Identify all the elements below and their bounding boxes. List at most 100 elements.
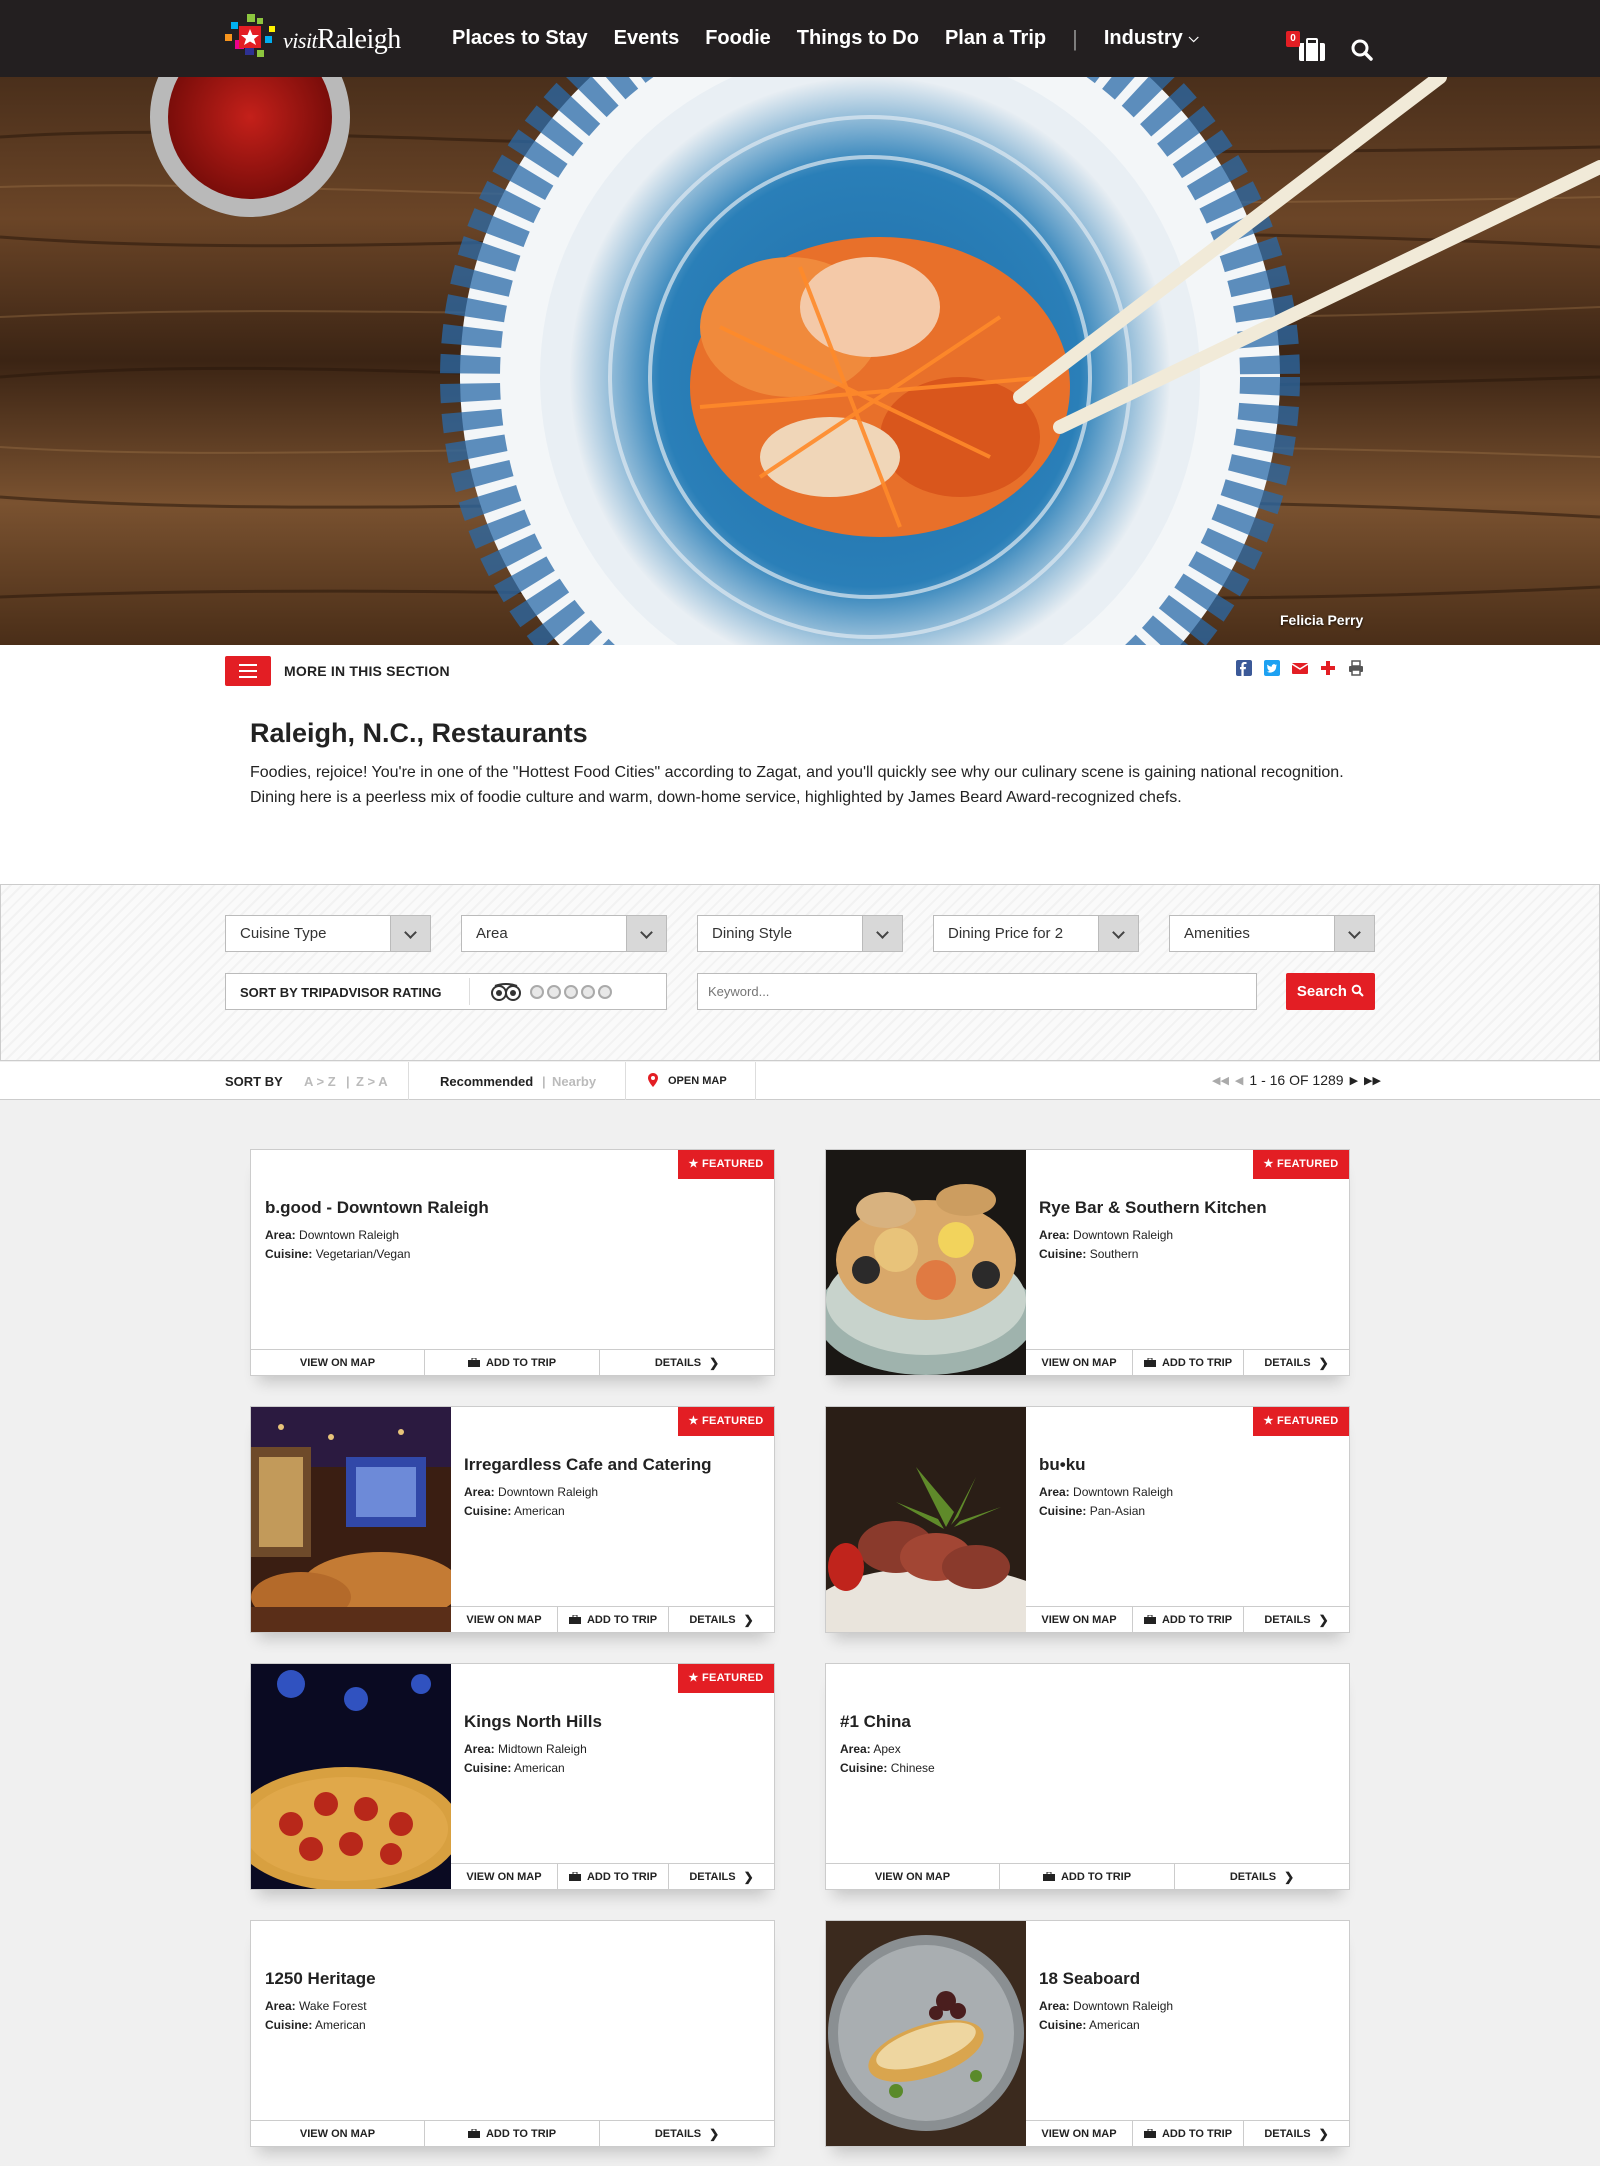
listing-name[interactable]: 18 Seaboard bbox=[1039, 1969, 1173, 1989]
details-button[interactable]: DETAILS ❯ bbox=[1244, 2121, 1349, 2146]
view-on-map-button[interactable]: VIEW ON MAP bbox=[826, 1864, 1000, 1889]
add-to-trip-button[interactable]: ADD TO TRIP bbox=[425, 2121, 600, 2146]
listing-cuisine: Cuisine: American bbox=[464, 1504, 565, 1518]
nav-industry[interactable]: Industry ⌵ bbox=[1104, 27, 1199, 50]
search-button-label: Search bbox=[1296, 983, 1347, 1000]
search-button[interactable]: Search bbox=[1286, 973, 1375, 1010]
rating-bubble[interactable] bbox=[547, 985, 561, 999]
view-on-map-button[interactable]: VIEW ON MAP bbox=[251, 2121, 425, 2146]
listing-card[interactable]: ★ FEATURED b.good - Downtown Raleigh Are… bbox=[250, 1149, 775, 1376]
next-page-icon[interactable]: ▶ bbox=[1350, 1074, 1358, 1087]
details-button[interactable]: DETAILS ❯ bbox=[600, 2121, 774, 2146]
sort-z-a[interactable]: Z > A bbox=[356, 1074, 388, 1089]
rating-sort-label: SORT BY TRIPADVISOR RATING bbox=[240, 985, 442, 1000]
keyword-input[interactable] bbox=[697, 973, 1257, 1010]
details-button[interactable]: DETAILS ❯ bbox=[669, 1607, 774, 1632]
sort-recommended[interactable]: Recommended bbox=[440, 1074, 533, 1089]
open-map-link[interactable]: OPEN MAP bbox=[668, 1075, 727, 1087]
sort-nearby[interactable]: Nearby bbox=[552, 1074, 596, 1089]
view-on-map-button[interactable]: VIEW ON MAP bbox=[1026, 2121, 1133, 2146]
details-button[interactable]: DETAILS ❯ bbox=[669, 1864, 774, 1889]
add-to-trip-button[interactable]: ADD TO TRIP bbox=[558, 1607, 669, 1632]
listing-photo[interactable] bbox=[826, 1407, 1026, 1632]
nav-places-to-stay[interactable]: Places to Stay bbox=[452, 27, 588, 50]
view-on-map-button[interactable]: VIEW ON MAP bbox=[451, 1864, 558, 1889]
add-to-trip-button[interactable]: ADD TO TRIP bbox=[558, 1864, 669, 1889]
listing-info: 18 Seaboard Area: Downtown Raleigh Cuisi… bbox=[1039, 1969, 1173, 2035]
select-label: Cuisine Type bbox=[240, 925, 327, 942]
listing-card[interactable]: 18 Seaboard Area: Downtown Raleigh Cuisi… bbox=[825, 1920, 1350, 2147]
add-to-trip-button[interactable]: ADD TO TRIP bbox=[1133, 1607, 1244, 1632]
listing-info: Irregardless Cafe and Catering Area: Dow… bbox=[464, 1455, 712, 1521]
nav-plan-a-trip[interactable]: Plan a Trip bbox=[945, 27, 1046, 50]
listing-card[interactable]: ★ FEATURED Kings North Hills Area: Midto… bbox=[250, 1663, 775, 1890]
add-to-trip-button[interactable]: ADD TO TRIP bbox=[425, 1350, 600, 1375]
listing-photo[interactable] bbox=[826, 1921, 1026, 2146]
listing-name[interactable]: #1 China bbox=[840, 1712, 935, 1732]
listing-name[interactable]: Irregardless Cafe and Catering bbox=[464, 1455, 712, 1475]
tripadvisor-owl-icon bbox=[491, 983, 521, 1001]
listing-card[interactable]: 1250 Heritage Area: Wake Forest Cuisine:… bbox=[250, 1920, 775, 2147]
listing-photo[interactable] bbox=[251, 1407, 451, 1632]
chevron-down-icon bbox=[1098, 916, 1138, 951]
nav-things-to-do[interactable]: Things to Do bbox=[797, 27, 919, 50]
rating-bubbles[interactable] bbox=[530, 985, 612, 999]
details-button[interactable]: DETAILS ❯ bbox=[1244, 1607, 1349, 1632]
rating-bubble[interactable] bbox=[581, 985, 595, 999]
listing-photo[interactable] bbox=[251, 1664, 451, 1889]
details-button[interactable]: DETAILS ❯ bbox=[600, 1350, 774, 1375]
visit-raleigh-logo[interactable]: visitRaleigh bbox=[225, 14, 405, 64]
add-to-trip-button[interactable]: ADD TO TRIP bbox=[1133, 1350, 1244, 1375]
share-icons bbox=[1236, 660, 1364, 676]
details-button[interactable]: DETAILS ❯ bbox=[1244, 1350, 1349, 1375]
add-plus-icon[interactable] bbox=[1320, 660, 1336, 676]
listing-name[interactable]: 1250 Heritage bbox=[265, 1969, 376, 1989]
briefcase-icon[interactable] bbox=[1298, 38, 1326, 62]
listing-card[interactable]: ★ FEATURED Rye Bar & Southern Kitchen Ar… bbox=[825, 1149, 1350, 1376]
last-page-icon[interactable]: ▶▶ bbox=[1364, 1074, 1381, 1087]
area-select[interactable]: Area bbox=[461, 915, 667, 952]
listing-card[interactable]: #1 China Area: Apex Cuisine: Chinese VIE… bbox=[825, 1663, 1350, 1890]
dining-style-select[interactable]: Dining Style bbox=[697, 915, 903, 952]
listing-name[interactable]: bu•ku bbox=[1039, 1455, 1173, 1475]
chevron-right-icon: ❯ bbox=[1318, 2126, 1329, 2141]
add-to-trip-button[interactable]: ADD TO TRIP bbox=[1000, 1864, 1175, 1889]
listing-name[interactable]: Kings North Hills bbox=[464, 1712, 602, 1732]
add-to-trip-button[interactable]: ADD TO TRIP bbox=[1133, 2121, 1244, 2146]
listing-info: bu•ku Area: Downtown Raleigh Cuisine: Pa… bbox=[1039, 1455, 1173, 1521]
listing-cuisine: Cuisine: Chinese bbox=[840, 1761, 935, 1775]
view-on-map-button[interactable]: VIEW ON MAP bbox=[1026, 1350, 1133, 1375]
listing-name[interactable]: b.good - Downtown Raleigh bbox=[265, 1198, 489, 1218]
listing-card[interactable]: ★ FEATURED bu•ku Area: Downtown Raleigh … bbox=[825, 1406, 1350, 1633]
chevron-right-icon: ❯ bbox=[743, 1869, 754, 1884]
details-button[interactable]: DETAILS ❯ bbox=[1175, 1864, 1349, 1889]
listing-name[interactable]: Rye Bar & Southern Kitchen bbox=[1039, 1198, 1267, 1218]
search-icon[interactable] bbox=[1350, 38, 1374, 62]
nav-events[interactable]: Events bbox=[614, 27, 680, 50]
listing-card[interactable]: ★ FEATURED Irregardless Cafe and Caterin… bbox=[250, 1406, 775, 1633]
view-on-map-button[interactable]: VIEW ON MAP bbox=[451, 1607, 558, 1632]
cuisine-type-select[interactable]: Cuisine Type bbox=[225, 915, 431, 952]
print-icon[interactable] bbox=[1348, 660, 1364, 676]
rating-bubble[interactable] bbox=[564, 985, 578, 999]
twitter-icon[interactable] bbox=[1264, 660, 1280, 676]
nav-foodie[interactable]: Foodie bbox=[705, 27, 771, 50]
view-on-map-button[interactable]: VIEW ON MAP bbox=[251, 1350, 425, 1375]
view-on-map-button[interactable]: VIEW ON MAP bbox=[1026, 1607, 1133, 1632]
dining-price-select[interactable]: Dining Price for 2 bbox=[933, 915, 1139, 952]
email-icon[interactable] bbox=[1292, 660, 1308, 676]
first-page-icon[interactable]: ◀◀ bbox=[1212, 1074, 1229, 1087]
rating-bubble[interactable] bbox=[598, 985, 612, 999]
section-menu-button[interactable] bbox=[225, 656, 271, 686]
amenities-select[interactable]: Amenities bbox=[1169, 915, 1375, 952]
rating-bubble[interactable] bbox=[530, 985, 544, 999]
facebook-icon[interactable] bbox=[1236, 660, 1252, 676]
prev-page-icon[interactable]: ◀ bbox=[1235, 1074, 1243, 1087]
search-icon bbox=[1351, 984, 1364, 997]
select-label: Area bbox=[476, 925, 508, 942]
chevron-right-icon: ❯ bbox=[1318, 1355, 1329, 1370]
listing-photo[interactable] bbox=[826, 1150, 1026, 1375]
sort-a-z[interactable]: A > Z bbox=[304, 1074, 336, 1089]
more-in-section-label[interactable]: MORE IN THIS SECTION bbox=[284, 663, 450, 679]
chevron-right-icon: ❯ bbox=[1284, 1869, 1295, 1884]
